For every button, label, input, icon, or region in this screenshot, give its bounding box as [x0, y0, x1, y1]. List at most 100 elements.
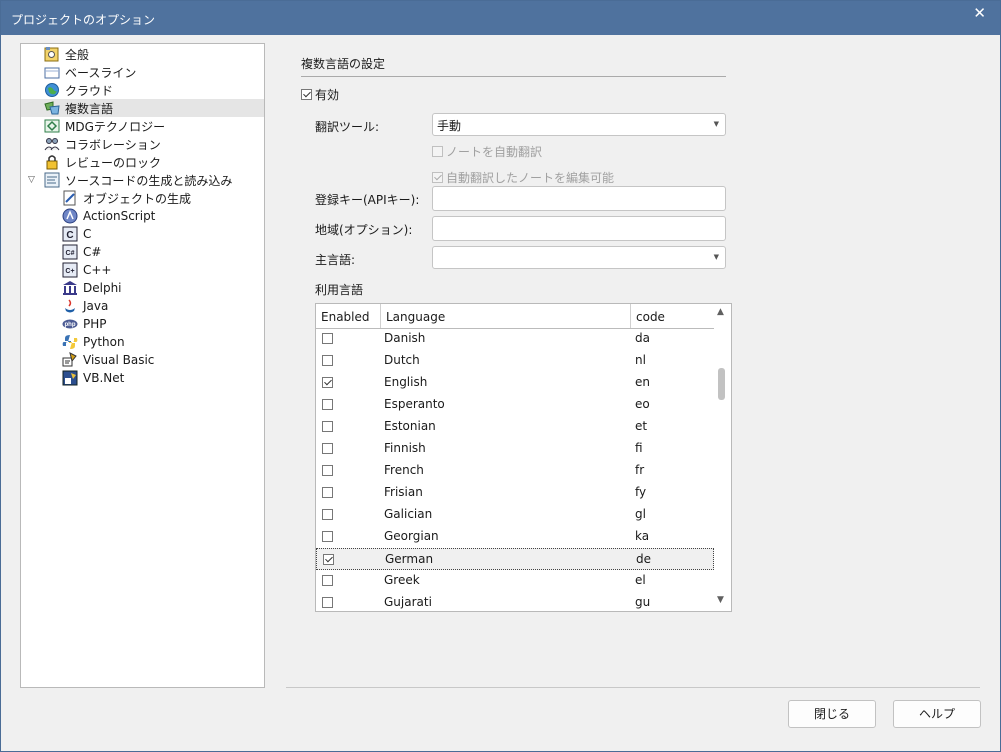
translate-tool-label: 翻訳ツール:: [315, 120, 380, 134]
tree-item-cloud[interactable]: クラウド: [21, 81, 264, 99]
baseline-icon: [44, 64, 60, 80]
auto-translate-editable-label: 自動翻訳したノートを編集可能: [446, 171, 615, 185]
table-row[interactable]: English en: [316, 372, 714, 394]
scroll-up-icon[interactable]: ▲: [717, 307, 724, 317]
tree-item-review-lock[interactable]: レビューのロック: [21, 153, 264, 171]
footer-divider: [286, 687, 980, 688]
code-cell: fr: [635, 463, 645, 477]
source-code-icon: [44, 172, 60, 188]
tree-item-vbnet[interactable]: VB.Net: [21, 369, 264, 387]
collapse-chevron-icon[interactable]: ▽: [28, 175, 35, 185]
header-enabled[interactable]: Enabled: [316, 304, 381, 328]
tree-item-collaboration[interactable]: コラボレーション: [21, 135, 264, 153]
code-cell: gl: [635, 507, 646, 521]
language-cell: Danish: [384, 331, 426, 345]
api-key-label: 登録キー(APIキー):: [315, 193, 420, 207]
table-row[interactable]: Gujarati gu: [316, 592, 714, 611]
auto-translate-editable-checkbox[interactable]: [432, 172, 443, 183]
region-input[interactable]: [432, 216, 726, 241]
dialog-content: 全般 ベースライン クラウド 複数言語 MDGテクノロジー コラボレーション レ…: [1, 35, 1000, 751]
help-button[interactable]: ヘルプ: [893, 700, 981, 728]
table-row[interactable]: Danish da: [316, 328, 714, 350]
table-row[interactable]: Greek el: [316, 570, 714, 592]
translate-tool-select[interactable]: 手動 ▼: [432, 113, 726, 136]
tree-item-baseline[interactable]: ベースライン: [21, 63, 264, 81]
language-cell: Estonian: [384, 419, 436, 433]
table-row[interactable]: French fr: [316, 460, 714, 482]
scroll-thumb[interactable]: [718, 368, 725, 400]
header-code[interactable]: code: [631, 304, 714, 328]
cloud-globe-icon: [44, 82, 60, 98]
object-generation-icon: [62, 190, 78, 206]
auto-translate-notes-label: ノートを自動翻訳: [446, 145, 543, 159]
tree-item-label: オブジェクトの生成: [83, 191, 192, 206]
tree-item-multilanguage[interactable]: 複数言語: [21, 99, 264, 117]
lock-icon: [44, 154, 60, 170]
tree-item-label: ActionScript: [83, 209, 156, 223]
table-row[interactable]: Georgian ka: [316, 526, 714, 548]
enabled-checkbox[interactable]: [301, 89, 312, 100]
table-row[interactable]: Galician gl: [316, 504, 714, 526]
scroll-down-icon[interactable]: ▼: [717, 595, 724, 605]
language-cell: English: [384, 375, 428, 389]
language-enabled-checkbox[interactable]: [322, 421, 333, 432]
table-row[interactable]: Dutch nl: [316, 350, 714, 372]
language-enabled-checkbox[interactable]: [322, 531, 333, 542]
language-enabled-checkbox[interactable]: [322, 509, 333, 520]
table-row[interactable]: Frisian fy: [316, 482, 714, 504]
collaboration-icon: [44, 136, 60, 152]
tree-item-label: VB.Net: [83, 371, 125, 385]
tree-item-cpp[interactable]: C+ C++: [21, 261, 264, 279]
language-enabled-checkbox[interactable]: [322, 597, 333, 608]
auto-translate-notes-checkbox[interactable]: [432, 146, 443, 157]
language-enabled-checkbox[interactable]: [322, 487, 333, 498]
language-enabled-checkbox[interactable]: [322, 377, 333, 388]
languages-grid: Enabled Language code Danish da Dutch nl Eng…: [315, 303, 732, 612]
language-enabled-checkbox[interactable]: [322, 333, 333, 344]
tree-item-visual-basic[interactable]: Visual Basic: [21, 351, 264, 369]
tree-item-general[interactable]: 全般: [21, 45, 264, 63]
close-icon[interactable]: ✕: [973, 5, 986, 21]
tree-item-c[interactable]: C C: [21, 225, 264, 243]
table-row[interactable]: Finnish fi: [316, 438, 714, 460]
tree-item-source-code[interactable]: ▽ ソースコードの生成と読み込み: [21, 171, 264, 189]
code-cell: en: [635, 375, 650, 389]
tree-item-csharp[interactable]: C# C#: [21, 243, 264, 261]
tree-item-java[interactable]: Java: [21, 297, 264, 315]
table-row[interactable]: Estonian et: [316, 416, 714, 438]
table-row[interactable]: Esperanto eo: [316, 394, 714, 416]
api-key-input[interactable]: [432, 186, 726, 211]
tree-item-python[interactable]: Python: [21, 333, 264, 351]
language-enabled-checkbox[interactable]: [322, 575, 333, 586]
language-enabled-checkbox[interactable]: [322, 443, 333, 454]
auto-translate-notes-row[interactable]: ノートを自動翻訳: [432, 143, 542, 160]
language-enabled-checkbox[interactable]: [322, 355, 333, 366]
code-cell: gu: [635, 595, 651, 609]
options-tree: 全般 ベースライン クラウド 複数言語 MDGテクノロジー コラボレーション レ…: [20, 43, 265, 688]
window-title: プロジェクトのオプション: [11, 13, 156, 27]
code-cell: da: [635, 331, 650, 345]
language-cell: French: [384, 463, 424, 477]
tree-item-actionscript[interactable]: ActionScript: [21, 207, 264, 225]
close-button[interactable]: 閉じる: [788, 700, 876, 728]
primary-language-select[interactable]: ▼: [432, 246, 726, 269]
vbnet-icon: [62, 370, 78, 386]
enabled-checkbox-row[interactable]: 有効: [301, 86, 339, 103]
language-enabled-checkbox[interactable]: [322, 465, 333, 476]
language-enabled-checkbox[interactable]: [322, 399, 333, 410]
tree-item-php[interactable]: php PHP: [21, 315, 264, 333]
tree-item-object-generation[interactable]: オブジェクトの生成: [21, 189, 264, 207]
language-enabled-checkbox[interactable]: [323, 554, 334, 565]
tree-item-mdg-technology[interactable]: MDGテクノロジー: [21, 117, 264, 135]
tree-item-delphi[interactable]: Delphi: [21, 279, 264, 297]
code-cell: de: [636, 552, 651, 566]
table-row[interactable]: German de: [316, 548, 714, 570]
languages-label: 利用言語: [315, 283, 364, 297]
vertical-scrollbar[interactable]: ▲ ▼: [714, 304, 731, 611]
language-cell: German: [385, 552, 434, 566]
tree-item-label: PHP: [83, 317, 107, 331]
header-language[interactable]: Language: [381, 304, 631, 328]
auto-translate-editable-row[interactable]: 自動翻訳したノートを編集可能: [432, 169, 614, 186]
code-cell: ka: [635, 529, 650, 543]
php-glyph: php: [65, 322, 76, 328]
